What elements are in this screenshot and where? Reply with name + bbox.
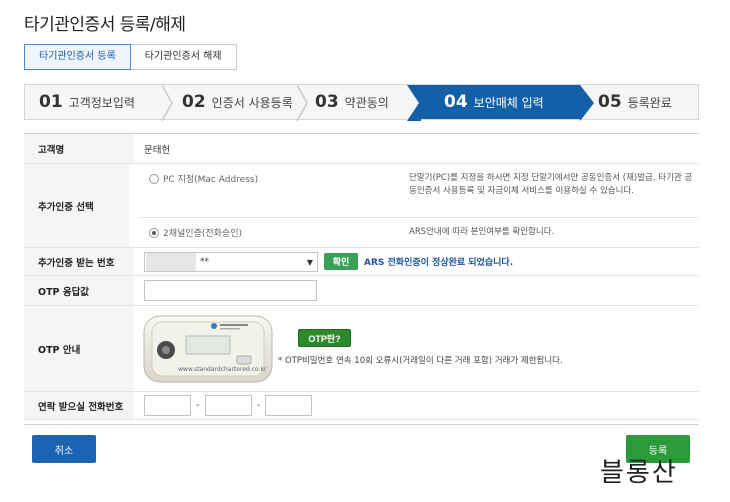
confirm-button[interactable]: 확인 [324, 253, 358, 270]
otp-guide-label: OTP 안내 [24, 306, 134, 391]
auth-phone-select-value: ** [200, 256, 209, 267]
row-auth-phone: 추가인증 받는 번호 ** ▼ 확인 ARS 전화인증이 정상완료 되었습니다. [24, 248, 699, 276]
radio-pc-wrap[interactable]: PC 지정(Mac Address) [149, 172, 409, 185]
tab-bar: 타기관인증서 등록 타기관인증서 해제 [24, 44, 237, 70]
contact-phone-label: 연락 받으실 전화번호 [24, 392, 134, 419]
step-2: 02 인증서 사용등록 [170, 85, 308, 121]
auth-phone-select[interactable]: ** ▼ [144, 251, 318, 272]
row-otp-guide: OTP 안내 www.standardchartered.co.kr OTP란?… [24, 306, 699, 392]
row-contact-phone: 연락 받으실 전화번호 - - [24, 392, 699, 420]
step-3: 03 약관동의 [305, 85, 421, 121]
otp-error-note: * OTP비밀번호 연속 10회 오류시(거래일이 다른 거래 포함) 거래가 … [278, 356, 563, 366]
step-number: 05 [598, 92, 622, 112]
radio-pc[interactable] [149, 173, 159, 184]
otp-device-image [143, 315, 273, 383]
step-label: 고객정보입력 [68, 95, 135, 110]
step-5: 05 등록완료 [580, 85, 698, 119]
ars-status-message: ARS 전화인증이 정상완료 되었습니다. [364, 258, 514, 268]
otp-guide-cell: www.standardchartered.co.kr OTP란? * OTP비… [134, 306, 699, 391]
tab-register[interactable]: 타기관인증서 등록 [24, 44, 131, 70]
radio-2channel[interactable] [149, 227, 159, 238]
customer-name-label: 고객명 [24, 134, 134, 163]
contact-phone-part1[interactable] [144, 395, 191, 416]
otp-info-button[interactable]: OTP란? [298, 329, 351, 347]
device-url: www.standardchartered.co.kr [178, 366, 267, 373]
step-number: 04 [444, 92, 468, 112]
auth-options: PC 지정(Mac Address) 단말기(PC)를 지정을 하시면 지정 단… [129, 164, 699, 247]
contact-phone-cell: - - [134, 392, 699, 419]
customer-name-value: 문태헌 [144, 144, 171, 156]
step-number: 01 [39, 92, 63, 112]
otp-response-input[interactable] [144, 280, 317, 301]
step-label: 인증서 사용등록 [211, 95, 293, 110]
step-4-active: 04 보안매체 입력 [420, 85, 594, 121]
auth-phone-label: 추가인증 받는 번호 [24, 248, 134, 275]
auth-select-label: 추가인증 선택 [24, 164, 129, 247]
pc-auth-description: 단말기(PC)를 지정을 하시면 지정 단말기에서만 공동인증서 (재)발급, … [409, 173, 693, 196]
cert-register-form: 고객명 문태헌 추가인증 선택 PC 지정(Mac Address) 단말기(P… [24, 133, 699, 420]
cancel-button[interactable]: 취소 [32, 435, 96, 463]
step-label: 등록완료 [627, 95, 672, 110]
auth-option-pc: PC 지정(Mac Address) 단말기(PC)를 지정을 하시면 지정 단… [139, 164, 699, 218]
radio-pc-label: PC 지정(Mac Address) [163, 175, 259, 185]
row-auth-select: 추가인증 선택 PC 지정(Mac Address) 단말기(PC)를 지정을 … [24, 164, 699, 248]
otp-response-label: OTP 응답값 [24, 276, 134, 305]
step-progress: 01 고객정보입력 02 인증서 사용등록 03 약관동의 04 보안매체 입력… [24, 84, 699, 121]
tab-unregister[interactable]: 타기관인증서 해제 [130, 44, 237, 70]
otp-response-cell [134, 276, 699, 305]
auth-phone-cell: ** ▼ 확인 ARS 전화인증이 정상완료 되었습니다. [134, 248, 699, 275]
step-chevron-start-icon [407, 85, 421, 121]
row-otp-response: OTP 응답값 [24, 276, 699, 306]
2channel-auth-description: ARS안내에 따라 본인여부를 확인합니다. [409, 227, 555, 237]
form-actions: 취소 등록 [24, 424, 699, 472]
dash-separator: - [196, 400, 200, 411]
radio-2channel-label: 2채널인증(전화승인) [163, 229, 242, 239]
row-customer-name: 고객명 문태헌 [24, 134, 699, 164]
contact-phone-part3[interactable] [265, 395, 313, 416]
masked-number [146, 252, 196, 271]
auth-option-2channel: 2채널인증(전화승인) ARS안내에 따라 본인여부를 확인합니다. [139, 218, 699, 247]
step-1: 01 고객정보입력 [25, 85, 173, 121]
step-label: 보안매체 입력 [473, 95, 544, 110]
step-number: 03 [315, 92, 339, 112]
radio-2channel-wrap[interactable]: 2채널인증(전화승인) [149, 226, 409, 239]
chevron-down-icon: ▼ [306, 257, 313, 267]
step-number: 02 [182, 92, 206, 112]
page-title: 타기관인증서 등록/해제 [24, 15, 186, 35]
contact-phone-part2[interactable] [204, 395, 252, 416]
step-label: 약관동의 [344, 95, 389, 110]
watermark-signature: 블롱산 [600, 458, 678, 488]
dash-separator: - [256, 400, 261, 411]
